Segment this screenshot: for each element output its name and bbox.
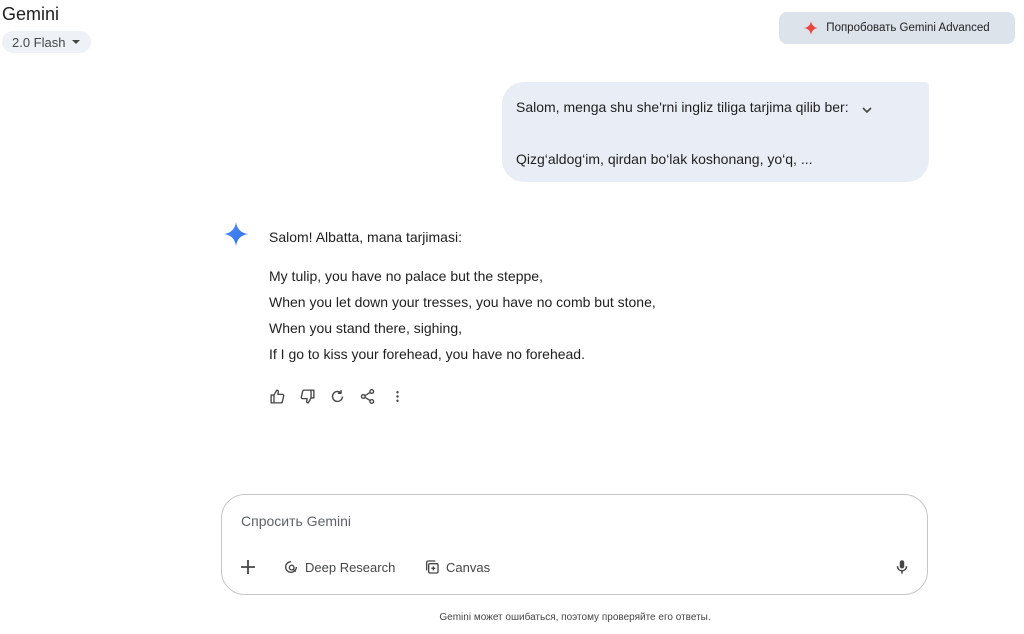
model-label: 2.0 Flash	[12, 34, 66, 50]
upgrade-label: Попробовать Gemini Advanced	[826, 22, 990, 34]
more-vert-icon[interactable]	[388, 386, 407, 406]
poem-line: If I go to kiss your forehead, you have …	[269, 346, 585, 362]
sparkle-icon	[804, 21, 819, 35]
response-intro: Salom! Albatta, mana tarjimasi:	[269, 229, 462, 245]
thumbs-up-icon[interactable]	[268, 386, 287, 406]
app-title: Gemini	[2, 4, 60, 24]
prompt-composer[interactable]: Спросить Gemini Deep Research Canvas	[221, 494, 928, 595]
prompt-input[interactable]: Спросить Gemini	[241, 513, 351, 529]
poem-line: My tulip, you have no palace but the ste…	[269, 268, 543, 284]
canvas-label: Canvas	[446, 559, 491, 575]
canvas-button[interactable]: Canvas	[424, 556, 490, 578]
chevron-down-icon[interactable]	[857, 100, 877, 120]
deep-research-icon	[283, 559, 299, 575]
share-icon[interactable]	[358, 386, 377, 406]
poem-line: When you stand there, sighing,	[269, 320, 463, 336]
microphone-icon[interactable]	[893, 558, 911, 576]
response-poem: My tulip, you have no palace but the ste…	[269, 266, 656, 370]
deep-research-button[interactable]: Deep Research	[283, 556, 395, 578]
plus-icon[interactable]	[239, 558, 257, 576]
user-message-line-2: Qizg‘aldog‘im, qirdan bo‘lak koshonang, …	[516, 151, 813, 167]
gemini-sparkle-icon	[224, 222, 248, 246]
user-message-line-1: Salom, menga shu she'rni ingliz tiliga t…	[516, 99, 849, 115]
model-selector[interactable]: 2.0 Flash	[2, 31, 92, 53]
regenerate-icon[interactable]	[328, 386, 347, 406]
caret-down-icon	[71, 37, 81, 47]
disclaimer-text: Gemini может ошибаться, поэтому проверяй…	[439, 612, 711, 623]
poem-line: When you let down your tresses, you have…	[269, 294, 656, 310]
user-message-bubble: Salom, menga shu she'rni ingliz tiliga t…	[502, 82, 929, 182]
upgrade-button[interactable]: Попробовать Gemini Advanced	[779, 12, 1015, 44]
canvas-icon	[424, 559, 440, 575]
gemini-chat-page: Gemini 2.0 Flash Попробовать Gemini Adva…	[0, 0, 1024, 634]
response-actions	[268, 386, 407, 406]
thumbs-down-icon[interactable]	[298, 386, 317, 406]
deep-research-label: Deep Research	[305, 559, 396, 575]
